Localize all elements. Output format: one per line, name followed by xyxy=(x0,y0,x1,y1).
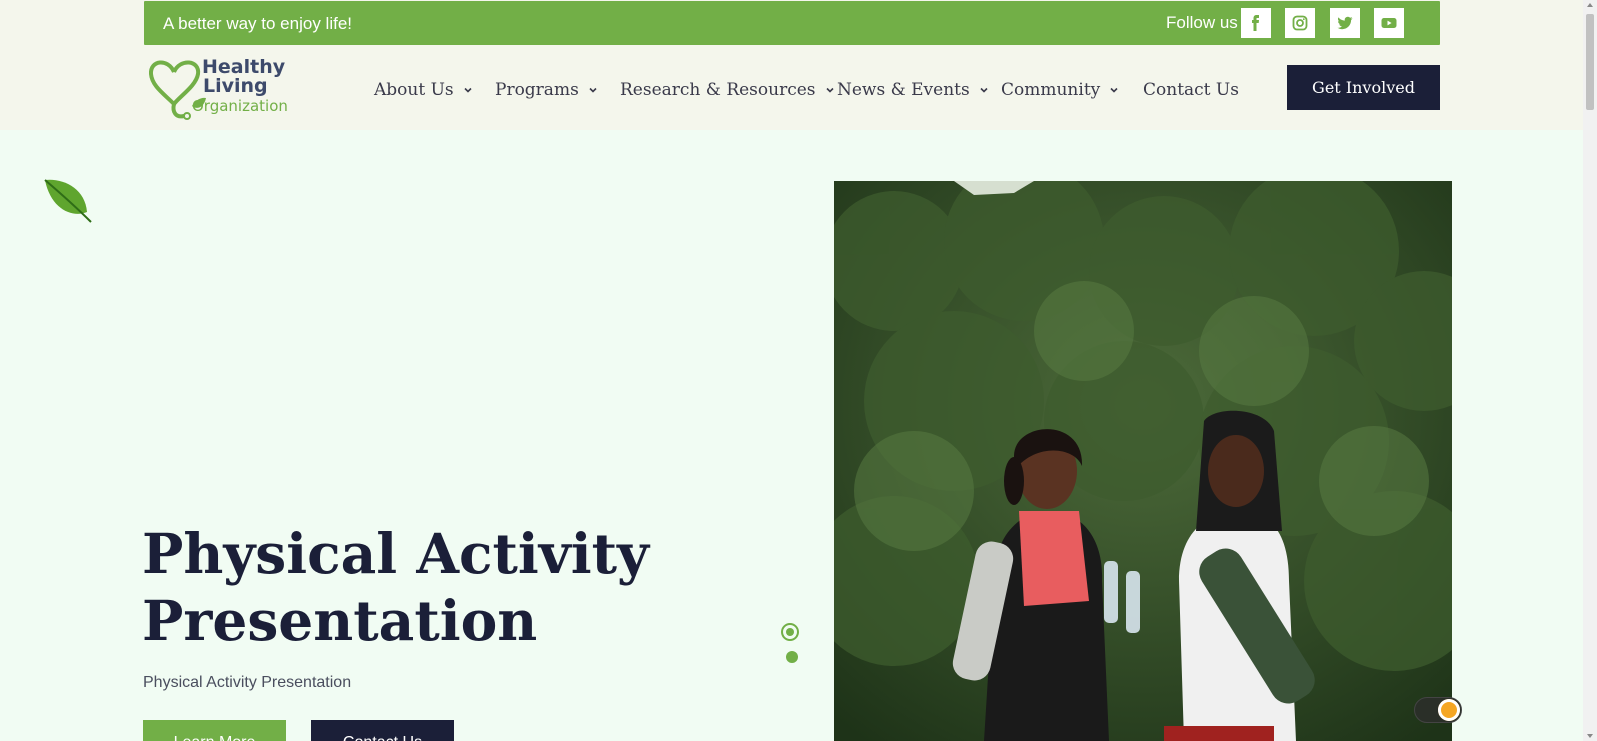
scroll-down-icon[interactable] xyxy=(1587,734,1593,738)
page: A better way to enjoy life! Follow us : … xyxy=(0,0,1583,741)
nav-item-community[interactable]: Community xyxy=(1001,78,1119,102)
contact-us-button[interactable]: Contact Us xyxy=(311,720,454,741)
sun-icon xyxy=(1438,699,1460,721)
nav-item-news-events[interactable]: News & Events xyxy=(837,78,989,102)
logo[interactable]: Healthy Living Organization xyxy=(146,54,296,122)
chevron-down-icon xyxy=(589,87,597,93)
nav-label: About Us xyxy=(374,80,454,100)
nav-label: Programs xyxy=(495,80,579,100)
follow-us-label: Follow us : xyxy=(1166,13,1248,32)
slide-dot[interactable] xyxy=(786,651,798,663)
hero-title-line-2: Presentation xyxy=(142,588,538,653)
nav-label: Contact Us xyxy=(1143,80,1239,100)
nav-label: Community xyxy=(1001,80,1101,100)
nav-item-contact-us[interactable]: Contact Us xyxy=(1143,78,1239,102)
get-involved-button[interactable]: Get Involved xyxy=(1287,65,1440,110)
learn-more-button[interactable]: Learn More xyxy=(143,720,286,741)
leaf-icon xyxy=(44,179,92,223)
logo-wordmark: Healthy Living Organization xyxy=(192,58,288,116)
nav-item-about-us[interactable]: About Us xyxy=(374,78,473,102)
scroll-up-icon[interactable] xyxy=(1587,3,1593,7)
instagram-icon[interactable] xyxy=(1285,8,1315,38)
hero-image xyxy=(834,181,1452,741)
hero-photo xyxy=(834,181,1452,741)
twitter-icon[interactable] xyxy=(1330,8,1360,38)
nav-item-research-resources[interactable]: Research & Resources xyxy=(620,78,835,102)
logo-line-3: Organization xyxy=(192,97,288,115)
slide-dot-active[interactable] xyxy=(781,623,799,641)
logo-line-2: Living xyxy=(203,75,268,97)
facebook-icon[interactable] xyxy=(1241,8,1271,38)
hero-title: Physical Activity Presentation xyxy=(142,520,649,654)
page-scrollbar[interactable] xyxy=(1583,0,1597,741)
scrollbar-thumb[interactable] xyxy=(1586,14,1594,110)
youtube-icon[interactable] xyxy=(1374,8,1404,38)
chevron-down-icon xyxy=(825,87,834,93)
chevron-down-icon xyxy=(980,87,988,93)
top-bar: A better way to enjoy life! Follow us : xyxy=(144,1,1440,45)
nav-item-programs[interactable]: Programs xyxy=(495,78,598,102)
chevron-down-icon xyxy=(464,87,472,93)
chevron-down-icon xyxy=(1110,87,1118,93)
hero-subtitle: Physical Activity Presentation xyxy=(143,674,352,691)
tagline: A better way to enjoy life! xyxy=(163,14,352,33)
theme-toggle[interactable] xyxy=(1414,697,1462,723)
nav-label: News & Events xyxy=(837,80,970,100)
hero-title-line-1: Physical Activity xyxy=(142,521,650,586)
nav-label: Research & Resources xyxy=(620,80,816,100)
